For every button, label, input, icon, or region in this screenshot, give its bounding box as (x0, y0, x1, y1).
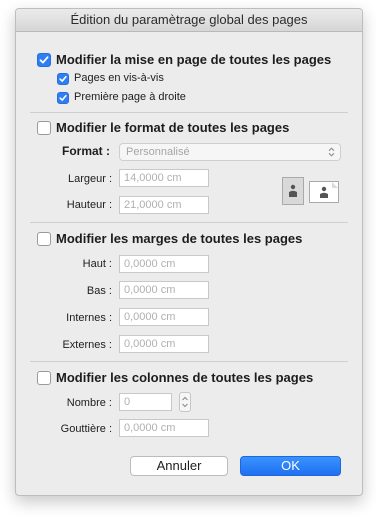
checkmark-icon (59, 94, 67, 101)
gutter-field[interactable]: 0,0000 cm (119, 419, 209, 437)
section-divider (30, 222, 348, 223)
portrait-orientation-button[interactable] (282, 177, 304, 205)
bottom-margin-label: Bas : (86, 285, 112, 297)
gutter-label: Gouttière : (60, 423, 112, 435)
margins-section-checkbox[interactable] (37, 232, 51, 246)
outer-margin-label: Externes : (62, 339, 112, 351)
inner-margin-field[interactable]: 0,0000 cm (119, 308, 209, 326)
format-section-checkbox[interactable] (37, 121, 51, 135)
section-divider (30, 112, 348, 113)
cancel-button[interactable]: Annuler (130, 456, 228, 476)
dialog-title: Édition du paramètrage global des pages (16, 9, 362, 32)
section-divider (30, 361, 348, 362)
ok-button[interactable]: OK (240, 456, 341, 476)
width-field[interactable]: 14,0000 cm (119, 169, 209, 187)
portrait-icon (289, 184, 297, 197)
layout-section-checkbox[interactable] (37, 53, 51, 67)
column-count-label: Nombre : (66, 397, 112, 409)
checkmark-icon (39, 56, 49, 64)
facing-pages-label[interactable]: Pages en vis-à-vis (74, 72, 164, 84)
format-section-label[interactable]: Modifier le format de toutes les pages (56, 120, 289, 135)
columns-section-checkbox[interactable] (37, 371, 51, 385)
bottom-margin-field[interactable]: 0,0000 cm (119, 281, 209, 299)
chevron-updown-icon (328, 147, 335, 157)
top-margin-label: Haut : (82, 258, 112, 270)
landscape-orientation-button[interactable] (309, 181, 339, 203)
first-page-right-label[interactable]: Première page à droite (74, 91, 186, 103)
width-label: Largeur : (67, 173, 112, 185)
layout-section-label[interactable]: Modifier la mise en page de toutes les p… (56, 52, 331, 67)
height-field[interactable]: 21,0000 cm (119, 196, 209, 214)
checkmark-icon (59, 75, 67, 82)
first-page-right-checkbox[interactable] (57, 92, 69, 104)
margins-section-label[interactable]: Modifier les marges de toutes les pages (56, 231, 302, 246)
columns-section-label[interactable]: Modifier les colonnes de toutes les page… (56, 370, 313, 385)
outer-margin-field[interactable]: 0,0000 cm (119, 335, 209, 353)
column-count-stepper[interactable] (179, 392, 191, 412)
format-label: Format : (62, 144, 110, 158)
height-label: Hauteur : (66, 199, 112, 211)
top-margin-field[interactable]: 0,0000 cm (119, 255, 209, 273)
global-page-settings-dialog: Édition du paramètrage global des pages … (15, 8, 363, 496)
format-select-value: Personnalisé (126, 146, 190, 158)
stepper-arrows-icon (182, 396, 188, 408)
inner-margin-label: Internes : (66, 312, 112, 324)
facing-pages-checkbox[interactable] (57, 73, 69, 85)
column-count-field[interactable]: 0 (119, 393, 172, 411)
landscape-icon (320, 182, 338, 198)
format-select[interactable]: Personnalisé (119, 143, 341, 161)
